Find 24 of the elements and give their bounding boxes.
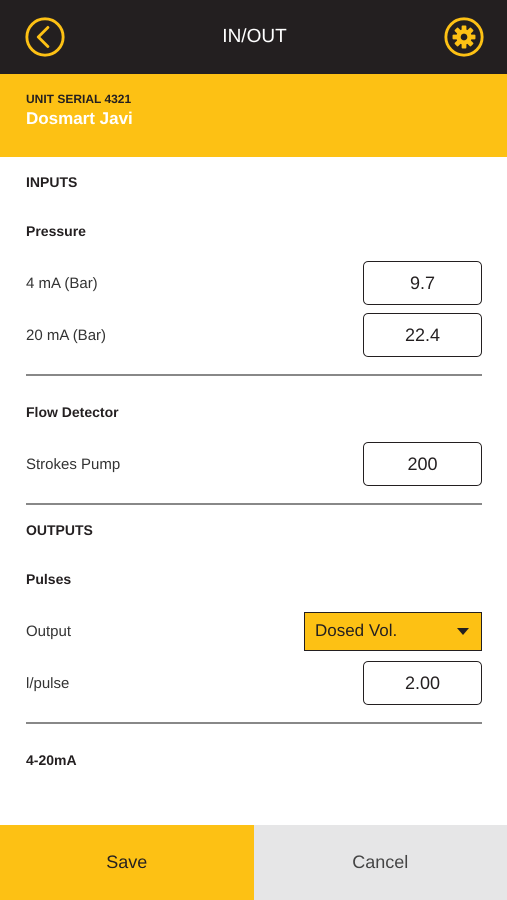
unit-name: Dosmart Javi <box>26 109 133 129</box>
screen-title: IN/OUT <box>222 26 287 48</box>
field-label: 4 mA (Bar) <box>26 274 98 292</box>
dropdown[interactable]: Dosed Vol. <box>304 612 482 650</box>
caret-icon <box>457 628 469 634</box>
save-button[interactable]: Save <box>0 825 254 900</box>
section-heading: INPUTS <box>26 173 78 192</box>
group-heading: Pressure <box>26 222 86 241</box>
field-label: l/pulse <box>26 674 70 692</box>
cancel-button[interactable]: Cancel <box>254 825 507 900</box>
settings-icon[interactable] <box>442 16 485 58</box>
number-field[interactable]: 9.7 <box>363 261 482 305</box>
group-heading: Flow Detector <box>26 403 119 422</box>
field-label: Output <box>26 622 72 640</box>
section-heading: OUTPUTS <box>26 521 93 540</box>
back-icon[interactable] <box>24 16 66 58</box>
group-heading: 4-20mA <box>26 751 77 770</box>
number-field[interactable]: 2.00 <box>363 661 482 705</box>
field-label: Strokes Pump <box>26 456 120 472</box>
number-field[interactable]: 200 <box>363 442 482 486</box>
group-heading: Pulses <box>26 570 72 589</box>
number-field[interactable]: 22.4 <box>363 313 482 357</box>
field-label: 20 mA (Bar) <box>26 326 106 344</box>
unit-serial: UNIT SERIAL 4321 <box>26 92 132 106</box>
